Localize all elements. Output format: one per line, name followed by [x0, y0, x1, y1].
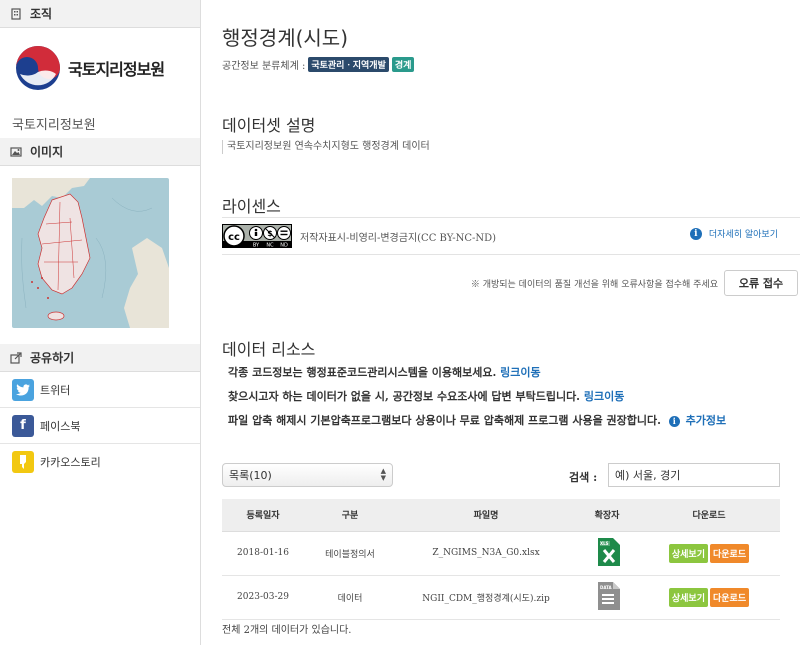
table-controls: 목록(10) ▲ ▼ 검색 : — [222, 463, 800, 487]
row-date: 2023-03-29 — [222, 575, 304, 620]
category-row: 공간정보 분류체계 : 국토관리ㆍ지역개발 경계 — [222, 57, 415, 72]
col-header-type[interactable]: 구분 — [304, 499, 396, 532]
facebook-icon: f — [12, 414, 34, 437]
page-title: 행정경계(시도) — [222, 26, 349, 50]
kakaostory-icon — [12, 451, 34, 473]
svg-text:BY: BY — [253, 243, 260, 249]
share-list: 트위터 f 페이스북 카카오스토리 — [0, 372, 200, 480]
org-logo-text: 국토지리정보원 — [68, 60, 165, 79]
korea-map-thumbnail — [12, 178, 169, 328]
search-label: 검색 : — [569, 471, 598, 484]
license-more-link[interactable]: i 더자세히 알아보기 — [689, 227, 778, 240]
notice-unzip-text: 파일 압축 해제시 기본압축프로그램보다 상용이나 무료 압축해제 프로그램 사… — [228, 414, 661, 427]
resources-title: 데이터 리소스 — [222, 340, 316, 359]
data-file-tag: DATA — [600, 585, 613, 590]
image-header: 이미지 — [0, 138, 200, 166]
org-header: 조직 — [0, 0, 200, 28]
col-header-extension[interactable]: 확장자 — [576, 499, 638, 532]
col-header-download: 다운로드 — [638, 499, 780, 532]
table-row: 2023-03-29 데이터 NGII_CDM_행정경계(시도).zip DAT… — [222, 575, 780, 620]
notice-code-info-link[interactable]: 링크이동 — [500, 366, 540, 379]
share-kakaostory[interactable]: 카카오스토리 — [0, 444, 200, 480]
svg-text:ND: ND — [280, 243, 288, 249]
category-badge-land[interactable]: 국토관리ㆍ지역개발 — [308, 57, 389, 72]
share-facebook[interactable]: f 페이스북 — [0, 408, 200, 444]
row-filename: Z_NGIMS_N3A_G0.xlsx — [396, 531, 576, 576]
excel-file-icon: XLS — [596, 537, 620, 566]
error-report-button[interactable]: 오류 접수 — [724, 270, 798, 296]
category-badge-boundary[interactable]: 경계 — [391, 57, 415, 72]
description-title: 데이터셋 설명 — [222, 116, 316, 135]
error-report-note: ※ 개방되는 데이터의 품질 개선을 위해 오류사항을 접수해 주세요 — [470, 279, 718, 290]
download-button[interactable]: 다운로드 — [710, 587, 750, 607]
detail-button[interactable]: 상세보기 — [668, 543, 708, 563]
license-title: 라이센스 — [222, 197, 281, 216]
notice-unzip: 파일 압축 해제시 기본압축프로그램보다 상용이나 무료 압축해제 프로그램 사… — [228, 413, 788, 429]
org-section: 조직 국토지리정보원 국토지리정보원 — [0, 0, 200, 138]
org-name: 국토지리정보원 — [12, 117, 96, 133]
info-icon: i — [689, 227, 702, 240]
resource-notices: 각종 코드정보는 행정표준코드관리시스템을 이용해보세요. 링크이동 찾으시고자… — [228, 365, 788, 437]
error-report-row: ※ 개방되는 데이터의 품질 개선을 위해 오류사항을 접수해 주세요 오류 접… — [222, 270, 798, 296]
col-header-filename[interactable]: 파일명 — [396, 499, 576, 532]
total-count-text: 전체 2개의 데이터가 있습니다. — [222, 625, 352, 636]
share-icon — [10, 351, 22, 364]
info-icon: i — [668, 415, 680, 427]
share-header-label: 공유하기 — [30, 351, 75, 365]
category-label: 공간정보 분류체계 : — [222, 61, 306, 72]
svg-text:cc: cc — [228, 232, 240, 243]
row-date: 2018-01-16 — [222, 531, 304, 576]
svg-text:NC: NC — [266, 243, 274, 249]
image-icon — [10, 146, 22, 157]
building-icon — [11, 7, 21, 20]
row-filename: NGII_CDM_행정경계(시도).zip — [396, 575, 576, 620]
notice-code-info-text: 각종 코드정보는 행정표준코드관리시스템을 이용해보세요. — [228, 366, 497, 379]
table-row: 2018-01-16 테이블정의서 Z_NGIMS_N3A_G0.xlsx XL… — [222, 531, 780, 576]
page-size-value: 목록(10) — [229, 469, 272, 482]
table-header-row: 등록일자 구분 파일명 확장자 다운로드 — [222, 499, 780, 532]
detail-button[interactable]: 상세보기 — [668, 587, 708, 607]
twitter-icon — [12, 378, 34, 401]
notice-survey-link[interactable]: 링크이동 — [584, 390, 624, 403]
notice-survey: 찾으시고자 하는 데이터가 없을 시, 공간정보 수요조사에 답변 부탁드립니다… — [228, 389, 788, 405]
org-logo: 국토지리정보원 — [0, 28, 200, 108]
resource-table: 등록일자 구분 파일명 확장자 다운로드 2018-01-16 테이블정의서 Z… — [222, 499, 780, 620]
col-header-date[interactable]: 등록일자 — [222, 499, 304, 532]
row-type: 테이블정의서 — [304, 531, 396, 576]
search-input[interactable] — [608, 463, 780, 487]
license-divider-bottom — [222, 254, 800, 255]
select-arrows-icon: ▲ ▼ — [380, 467, 386, 482]
share-facebook-label: 페이스북 — [40, 419, 81, 433]
license-row: cc $ BY NC ND 저작자표시-비영리-변경금지(CC BY-NC-ND… — [222, 223, 800, 249]
license-text: 저작자표시-비영리-변경금지(CC BY-NC-ND) — [300, 232, 497, 244]
excel-file-tag: XLS — [600, 541, 609, 546]
download-button[interactable]: 다운로드 — [710, 543, 750, 563]
dataset-description: 국토지리정보원 연속수치지형도 행정경계 데이터 — [222, 140, 430, 154]
share-header: 공유하기 — [0, 344, 200, 372]
row-type: 데이터 — [304, 575, 396, 620]
image-header-label: 이미지 — [30, 145, 64, 159]
data-file-icon: DATA — [596, 581, 620, 610]
license-more-label: 더자세히 알아보기 — [708, 230, 778, 240]
dataset-preview-image — [0, 166, 200, 344]
sidebar: 조직 국토지리정보원 국토지리정보원 이미지 공유하기 트위터 f 페이스북 카… — [0, 0, 201, 645]
notice-survey-text: 찾으시고자 하는 데이터가 없을 시, 공간정보 수요조사에 답변 부탁드립니다… — [228, 390, 581, 403]
taegeuk-logo-icon — [16, 46, 60, 90]
page-size-select[interactable]: 목록(10) ▲ ▼ — [222, 463, 393, 487]
license-divider-top — [222, 217, 800, 218]
notice-unzip-link[interactable]: 추가정보 — [686, 414, 726, 427]
org-header-label: 조직 — [30, 7, 53, 21]
share-twitter-label: 트위터 — [40, 383, 71, 397]
notice-code-info: 각종 코드정보는 행정표준코드관리시스템을 이용해보세요. 링크이동 — [228, 365, 788, 381]
cc-license-badge-icon[interactable]: cc $ BY NC ND — [222, 224, 292, 248]
share-twitter[interactable]: 트위터 — [0, 372, 200, 408]
share-kakaostory-label: 카카오스토리 — [40, 456, 101, 469]
